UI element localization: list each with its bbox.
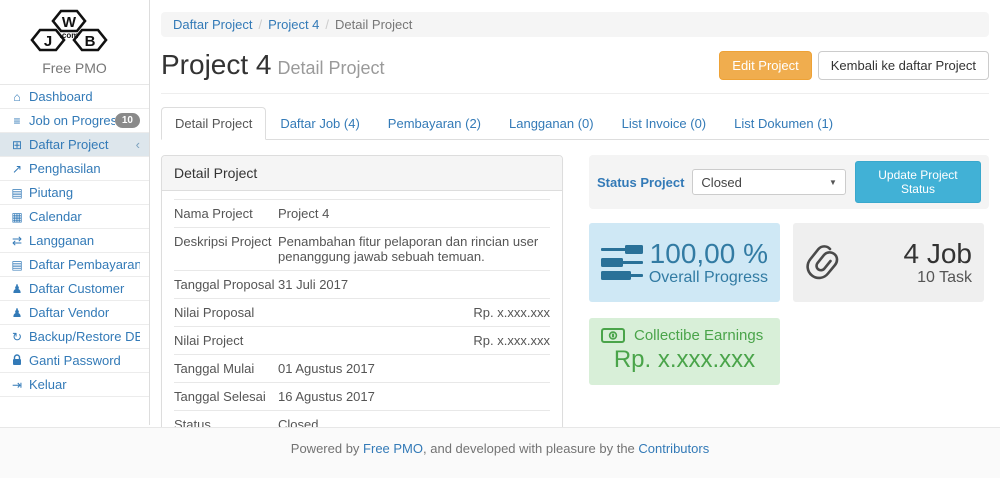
svg-text:J: J bbox=[43, 33, 51, 50]
svg-text:W: W bbox=[61, 14, 76, 31]
dashboard-icon: ⌂ bbox=[9, 90, 25, 104]
overall-progress-card: 100,00 % Overall Progress bbox=[589, 223, 780, 302]
sidebar-item-piutang[interactable]: ▤ Piutang bbox=[0, 181, 149, 205]
sidebar-item-calendar[interactable]: ▦ Calendar bbox=[0, 205, 149, 229]
tasks-count: 10 Task bbox=[841, 269, 972, 287]
jobs-card: 4 Job 10 Task bbox=[793, 223, 984, 302]
tab-list-invoice[interactable]: List Invoice (0) bbox=[608, 107, 721, 140]
earnings-label: Collectibe Earnings bbox=[634, 327, 763, 344]
line-chart-icon: ↗ bbox=[9, 162, 25, 176]
edit-project-button[interactable]: Edit Project bbox=[719, 51, 811, 80]
right-column: Status Project Closed ▼ Update Project S… bbox=[589, 155, 989, 427]
sidebar: W J B .com Free PMO ⌂ Dashboard ≡ Job on… bbox=[0, 0, 150, 425]
detail-project-panel: Detail Project Nama Project Project 4 De… bbox=[161, 155, 563, 427]
sidebar-item-dashboard[interactable]: ⌂ Dashboard bbox=[0, 85, 149, 109]
svg-text:.com: .com bbox=[59, 31, 78, 40]
money-icon bbox=[601, 328, 625, 343]
table-row: Tanggal Mulai 01 Agustus 2017 bbox=[174, 354, 550, 382]
table-row: Tanggal Proposal 31 Juli 2017 bbox=[174, 270, 550, 298]
page-header: Project 4Detail Project Edit Project Kem… bbox=[161, 37, 989, 94]
table-row: Deskripsi Project Penambahan fitur pelap… bbox=[174, 227, 550, 270]
sidebar-item-daftar-pembayaran[interactable]: ▤ Daftar Pembayaran bbox=[0, 253, 149, 277]
jobs-value: 4 Job bbox=[841, 239, 972, 269]
breadcrumb: Daftar Project/Project 4/Detail Project bbox=[161, 12, 989, 37]
breadcrumb-daftar-project[interactable]: Daftar Project bbox=[173, 17, 252, 32]
update-project-status-button[interactable]: Update Project Status bbox=[855, 161, 981, 203]
status-project-label: Status Project bbox=[597, 175, 684, 190]
money-icon: ▤ bbox=[9, 258, 25, 272]
progress-label: Overall Progress bbox=[643, 269, 768, 287]
refresh-icon: ↻ bbox=[9, 330, 25, 344]
tab-detail-project[interactable]: Detail Project bbox=[161, 107, 266, 140]
progress-value: 100,00 % bbox=[643, 239, 768, 269]
breadcrumb-current: Detail Project bbox=[335, 17, 412, 32]
sidebar-item-backup-restore[interactable]: ↻ Backup/Restore DB bbox=[0, 325, 149, 349]
table-row: Tanggal Selesai 16 Agustus 2017 bbox=[174, 382, 550, 410]
table-icon: ⊞ bbox=[9, 138, 25, 152]
free-pmo-link[interactable]: Free PMO bbox=[363, 441, 423, 456]
paperclip-icon bbox=[805, 243, 841, 283]
page-subtitle: Detail Project bbox=[278, 58, 385, 78]
brand-name: Free PMO bbox=[0, 60, 149, 76]
sidebar-item-daftar-customer[interactable]: ♟ Daftar Customer bbox=[0, 277, 149, 301]
earnings-value: Rp. x.xxx.xxx bbox=[601, 346, 768, 374]
main-content: Daftar Project/Project 4/Detail Project … bbox=[150, 0, 1000, 427]
sidebar-item-daftar-vendor[interactable]: ♟ Daftar Vendor bbox=[0, 301, 149, 325]
status-select[interactable]: Closed ▼ bbox=[692, 169, 845, 195]
brand-logo[interactable]: W J B .com Free PMO bbox=[0, 0, 149, 85]
table-row: Nilai Project Rp. x.xxx.xxx bbox=[174, 326, 550, 354]
caret-down-icon: ▼ bbox=[829, 178, 837, 187]
footer: Powered by Free PMO, and developed with … bbox=[0, 427, 1000, 478]
collectible-earnings-card: Collectibe Earnings Rp. x.xxx.xxx bbox=[589, 318, 780, 385]
sidebar-menu: ⌂ Dashboard ≡ Job on Progress 10 ⊞ Dafta… bbox=[0, 85, 149, 397]
status-project-bar: Status Project Closed ▼ Update Project S… bbox=[589, 155, 989, 209]
sidebar-item-job-on-progress[interactable]: ≡ Job on Progress 10 bbox=[0, 109, 149, 133]
table-row: Nilai Proposal Rp. x.xxx.xxx bbox=[174, 298, 550, 326]
tasks-icon bbox=[601, 245, 643, 281]
sidebar-item-penghasilan[interactable]: ↗ Penghasilan bbox=[0, 157, 149, 181]
table-row: Status Closed bbox=[174, 410, 550, 427]
money-icon: ▤ bbox=[9, 186, 25, 200]
app-window: W J B .com Free PMO ⌂ Dashboard ≡ Job on… bbox=[0, 0, 1000, 427]
tab-langganan[interactable]: Langganan (0) bbox=[495, 107, 608, 140]
page-title: Project 4Detail Project bbox=[161, 49, 385, 81]
sign-out-icon: ⇥ bbox=[9, 378, 25, 392]
users-icon: ♟ bbox=[9, 282, 25, 296]
tab-list-dokumen[interactable]: List Dokumen (1) bbox=[720, 107, 847, 140]
table-row: Nama Project Project 4 bbox=[174, 199, 550, 227]
tab-bar: Detail Project Daftar Job (4) Pembayaran… bbox=[161, 107, 989, 140]
tab-daftar-job[interactable]: Daftar Job (4) bbox=[266, 107, 373, 140]
breadcrumb-project-4[interactable]: Project 4 bbox=[268, 17, 319, 32]
jwb-logo-icon: W J B .com bbox=[27, 6, 123, 58]
sidebar-item-ganti-password[interactable]: Ganti Password bbox=[0, 349, 149, 373]
tasks-icon: ≡ bbox=[9, 114, 25, 128]
calendar-icon: ▦ bbox=[9, 210, 25, 224]
sidebar-item-langganan[interactable]: ⇄ Langganan bbox=[0, 229, 149, 253]
exchange-icon: ⇄ bbox=[9, 234, 25, 248]
lock-icon bbox=[9, 354, 25, 368]
panel-title: Detail Project bbox=[162, 156, 562, 191]
contributors-link[interactable]: Contributors bbox=[638, 441, 709, 456]
chevron-left-icon: ‹ bbox=[136, 137, 140, 152]
back-to-list-button[interactable]: Kembali ke daftar Project bbox=[818, 51, 989, 80]
sidebar-item-daftar-project[interactable]: ⊞ Daftar Project ‹ bbox=[0, 133, 149, 157]
tab-pembayaran[interactable]: Pembayaran (2) bbox=[374, 107, 495, 140]
svg-text:B: B bbox=[84, 33, 95, 50]
sidebar-item-keluar[interactable]: ⇥ Keluar bbox=[0, 373, 149, 397]
users-icon: ♟ bbox=[9, 306, 25, 320]
job-count-badge: 10 bbox=[115, 113, 140, 128]
